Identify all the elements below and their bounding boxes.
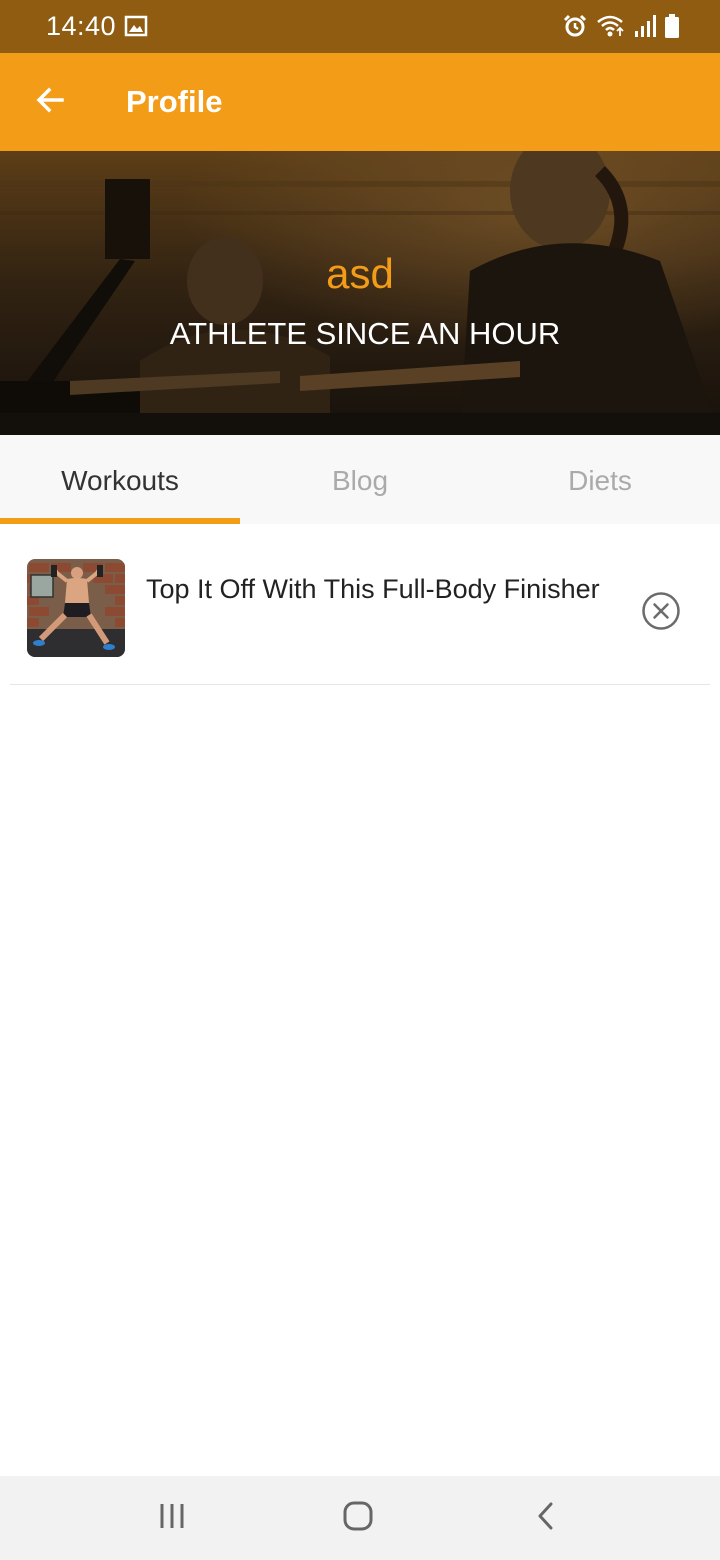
tab-diets[interactable]: Diets bbox=[480, 435, 720, 524]
list-divider bbox=[10, 684, 710, 685]
close-circle-icon bbox=[640, 592, 682, 636]
recent-apps-button[interactable] bbox=[150, 1498, 194, 1538]
tab-label: Diets bbox=[568, 464, 632, 496]
profile-tabs: Workouts Blog Diets bbox=[0, 435, 720, 524]
signal-icon bbox=[634, 13, 656, 39]
recent-apps-icon bbox=[157, 1501, 187, 1536]
system-navigation-bar bbox=[0, 1476, 720, 1560]
profile-subtitle: ATHLETE SINCE AN HOUR bbox=[169, 316, 561, 351]
remove-workout-button[interactable] bbox=[640, 590, 682, 632]
back-button[interactable] bbox=[20, 72, 80, 132]
tab-label: Workouts bbox=[61, 464, 179, 496]
tab-label: Blog bbox=[331, 464, 389, 496]
tab-workouts[interactable]: Workouts bbox=[0, 435, 240, 524]
back-icon bbox=[534, 1501, 558, 1536]
workout-thumbnail bbox=[27, 559, 125, 657]
status-bar: 14:40 bbox=[0, 0, 720, 53]
workouts-list: Top It Off With This Full-Body Finisher bbox=[0, 524, 720, 685]
home-button[interactable] bbox=[336, 1498, 380, 1538]
arrow-left-icon bbox=[34, 84, 66, 121]
list-item[interactable]: Top It Off With This Full-Body Finisher bbox=[0, 524, 720, 685]
app-bar: Profile bbox=[0, 53, 720, 151]
tab-blog[interactable]: Blog bbox=[240, 435, 480, 524]
alarm-icon bbox=[562, 13, 588, 39]
battery-icon bbox=[664, 13, 680, 39]
status-icons bbox=[562, 12, 680, 40]
profile-name: asd bbox=[326, 250, 394, 297]
profile-screen: 14:40 Profile asd ATHLETE SINCE AN HOUR … bbox=[0, 0, 720, 1560]
workout-title: Top It Off With This Full-Body Finisher bbox=[146, 574, 600, 604]
wifi-icon bbox=[596, 13, 626, 39]
gallery-icon bbox=[124, 14, 148, 38]
status-time: 14:40 bbox=[46, 11, 117, 41]
page-title: Profile bbox=[126, 84, 223, 119]
back-nav-button[interactable] bbox=[524, 1498, 568, 1538]
profile-header: asd ATHLETE SINCE AN HOUR bbox=[0, 151, 720, 435]
home-icon bbox=[342, 1500, 374, 1537]
